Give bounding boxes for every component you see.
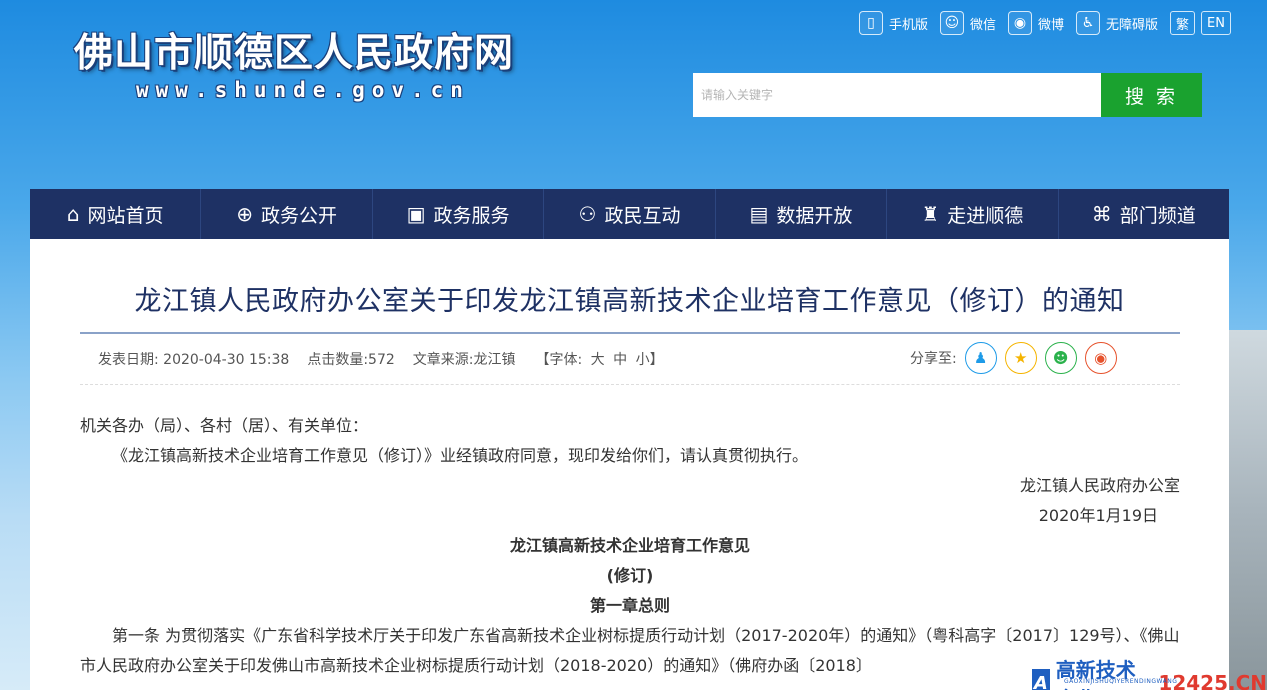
weibo-icon: ◉ [1008, 11, 1032, 35]
meta-divider [80, 384, 1180, 385]
logo-title: 佛山市顺德区人民政府网 [74, 31, 515, 76]
click-count: 点击数量:572 [307, 352, 395, 368]
article-source: 文章来源:龙江镇 [412, 352, 516, 368]
accessibility-icon: ♿ [1076, 11, 1101, 35]
intro-paragraph: 《龙江镇高新技术企业培育工作意见（修订）》业经镇政府同意，现印发给你们，请认真贯… [112, 446, 809, 465]
font-small-link[interactable]: 小】 [636, 352, 664, 368]
top-links: ▯ 手机版 ☺ 微信 ◉ 微博 ♿ 无障碍版 繁 EN [853, 11, 1231, 35]
nav-label: 政务公开 [261, 204, 338, 227]
font-size-control: 【字体: 大 中 小】 [534, 349, 666, 369]
nav-label: 数据开放 [776, 204, 853, 227]
wechat-icon: ☺ [939, 11, 964, 35]
qq-share-icon[interactable]: ♟ [964, 342, 997, 374]
people-icon: ⚇ [578, 202, 597, 226]
title-divider [80, 332, 1180, 334]
article-meta: 发表日期: 2020-04-30 15:38 点击数量:572 文章来源:龙江镇… [98, 349, 666, 369]
traditional-chinese-button[interactable]: 繁 [1170, 11, 1196, 35]
addressee: 机关各办（局）、各村（居）、有关单位： [80, 416, 369, 435]
nav-label: 部门频道 [1119, 204, 1196, 227]
background-building-decoration [1229, 330, 1267, 690]
search-box: 搜 索 [693, 73, 1202, 117]
article-paragraph: 第一条 为贯彻落实《广东省科学技术厅关于印发广东省高新技术企业树标提质行动计划（… [80, 626, 1180, 675]
article-container: 龙江镇人民政府办公室关于印发龙江镇高新技术企业培育工作意见（修订）的通知 发表日… [30, 239, 1229, 690]
share-label: 分享至: [910, 351, 957, 367]
data-icon: ▤ [749, 202, 769, 226]
share-bar: 分享至: ♟ ★ ☻ ◉ [910, 342, 1117, 374]
mobile-link[interactable]: ▯ 手机版 [858, 11, 928, 35]
document-subtitle: (修订) [606, 566, 654, 585]
department-icon: ⌘ [1091, 202, 1112, 226]
service-icon: ▣ [406, 202, 426, 226]
signer: 龙江镇人民政府办公室 [1019, 476, 1180, 495]
weibo-link[interactable]: ◉ 微博 [1008, 11, 1064, 35]
sign-date: 2020年1月19日 [1038, 506, 1158, 525]
search-input[interactable] [693, 73, 1101, 117]
publish-date: 发表日期: 2020-04-30 15:38 [98, 352, 290, 368]
document-title: 龙江镇高新技术企业培育工作意见 [509, 536, 750, 555]
wechat-share-icon[interactable]: ☻ [1044, 342, 1077, 374]
watermark-badge: A [1032, 669, 1050, 690]
home-icon: ⌂ [66, 202, 80, 226]
main-nav: ⌂ 网站首页 ⊕ 政务公开 ▣ 政务服务 ⚇ 政民互动 ▤ 数据开放 ♜ 走进顺… [30, 189, 1229, 239]
search-button[interactable]: 搜 索 [1101, 73, 1202, 117]
qzone-share-icon[interactable]: ★ [1004, 342, 1037, 374]
nav-label: 政务服务 [433, 204, 510, 227]
nav-item-about-shunde[interactable]: ♜ 走进顺德 [887, 189, 1059, 239]
nav-item-open-data[interactable]: ▤ 数据开放 [716, 189, 888, 239]
nav-item-government-affairs[interactable]: ⊕ 政务公开 [201, 189, 373, 239]
nav-label: 政民互动 [604, 204, 681, 227]
font-size-label: 【字体: [535, 352, 583, 368]
font-large-link[interactable]: 大 [591, 352, 605, 368]
font-medium-link[interactable]: 中 [613, 352, 627, 368]
nav-label: 网站首页 [87, 204, 164, 227]
mobile-icon: ▯ [858, 11, 883, 35]
wechat-link[interactable]: ☺ 微信 [939, 11, 996, 35]
site-logo[interactable]: 佛山市顺德区人民政府网 www.shunde.gov.cn [74, 30, 544, 102]
nav-item-home[interactable]: ⌂ 网站首页 [30, 189, 202, 239]
accessibility-link[interactable]: ♿ 无障碍版 [1076, 11, 1158, 35]
english-button[interactable]: EN [1201, 11, 1231, 35]
wechat-label: 微信 [969, 17, 996, 33]
weibo-label: 微博 [1038, 17, 1065, 33]
mobile-label: 手机版 [888, 17, 928, 33]
article-title: 龙江镇人民政府办公室关于印发龙江镇高新技术企业培育工作意见（修订）的通知 [134, 286, 1125, 317]
article-body: 机关各办（局）、各村（居）、有关单位： 《龙江镇高新技术企业培育工作意见（修订）… [80, 411, 1180, 681]
nav-label: 走进顺德 [947, 204, 1024, 227]
weibo-share-icon[interactable]: ◉ [1084, 342, 1117, 374]
accessibility-label: 无障碍版 [1106, 17, 1159, 33]
globe-icon: ⊕ [236, 202, 253, 226]
chapter-heading: 第一章总则 [589, 596, 670, 615]
watermark-subtext: GAOXINJISHUQIYERENDINGWANG [1064, 678, 1178, 685]
city-icon: ♜ [921, 202, 940, 226]
nav-item-interaction[interactable]: ⚇ 政民互动 [544, 189, 716, 239]
nav-item-departments[interactable]: ⌘ 部门频道 [1059, 189, 1229, 239]
logo-url: www.shunde.gov.cn [136, 78, 470, 102]
nav-item-government-services[interactable]: ▣ 政务服务 [373, 189, 545, 239]
